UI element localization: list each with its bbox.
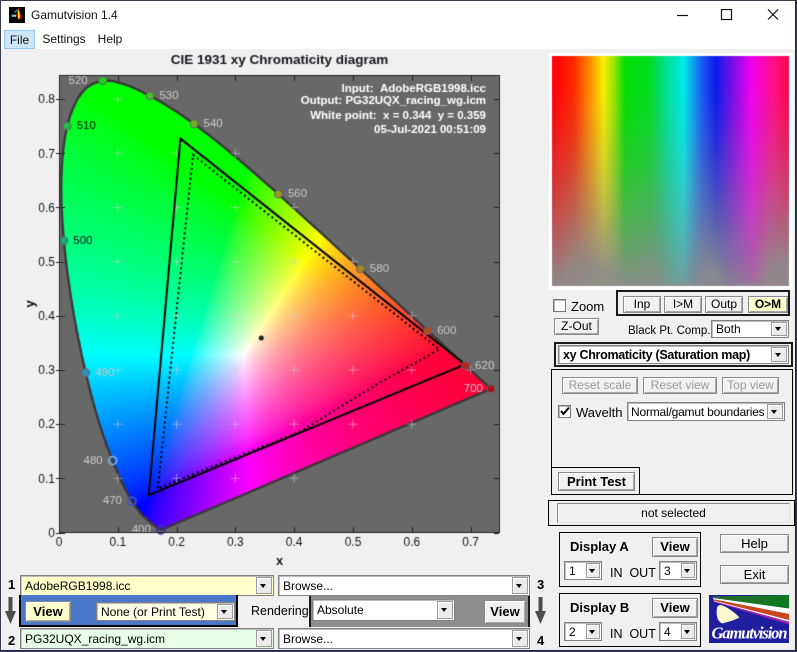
svg-text:Gamutvision: Gamutvision bbox=[712, 624, 788, 643]
